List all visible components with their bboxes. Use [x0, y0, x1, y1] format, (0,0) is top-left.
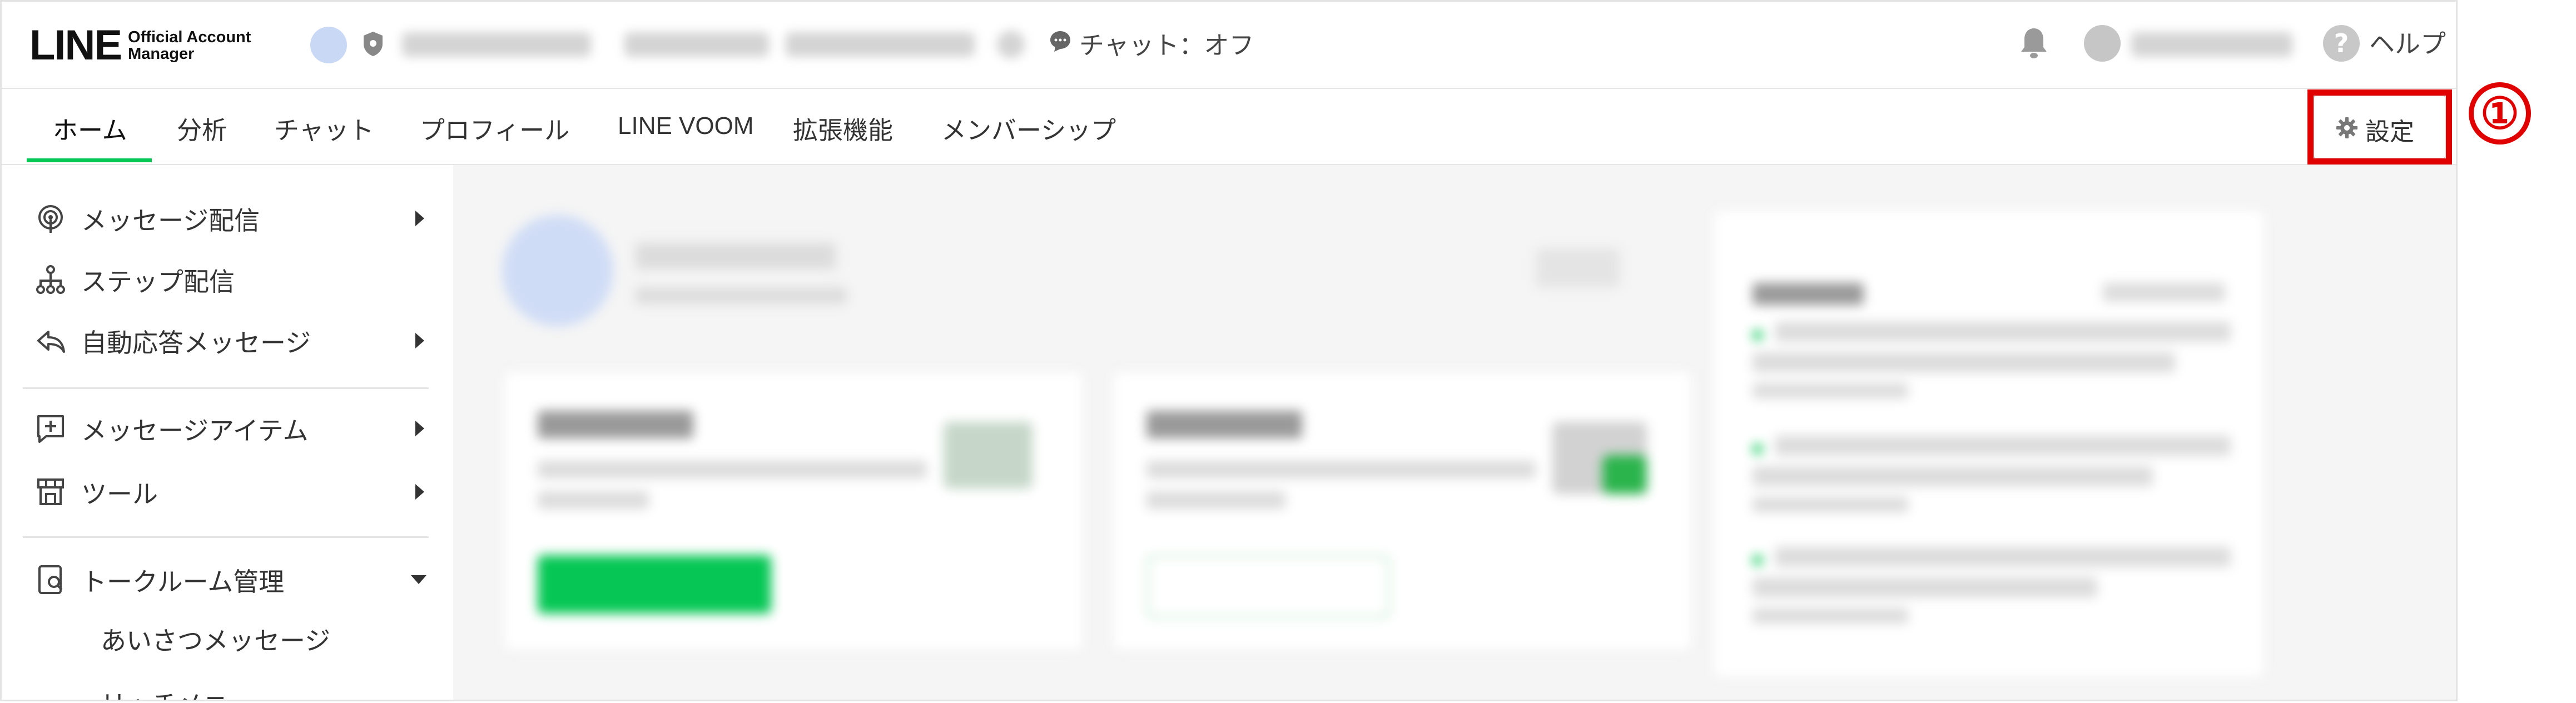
talkroom-icon: [38, 565, 63, 594]
chevron-right-icon: [415, 484, 424, 500]
logo-subtext-line2: Manager: [128, 44, 195, 63]
active-tab-indicator: [27, 158, 152, 162]
logo-text: LINE: [29, 22, 122, 69]
tools-icon: [37, 478, 64, 505]
account-avatar[interactable]: [310, 27, 347, 63]
broadcast-icon: [38, 205, 63, 233]
sidebar-item-talkroom-management[interactable]: トークルーム管理: [35, 554, 426, 604]
sidebar-subitem-rich-menu[interactable]: リッチメニュー: [101, 685, 280, 700]
member-icon-blurred: [997, 31, 1025, 58]
help-link[interactable]: ヘルプ: [2369, 24, 2446, 61]
sidebar-item-tools[interactable]: ツール: [35, 466, 424, 516]
tab-home[interactable]: ホーム: [53, 110, 127, 146]
tab-line-voom[interactable]: LINE VOOM: [618, 112, 754, 140]
tab-extensions[interactable]: 拡張機能: [793, 110, 893, 146]
annotation-highlight-box: [2307, 89, 2452, 164]
tab-analytics[interactable]: 分析: [177, 110, 227, 146]
sidebar-item-message-broadcast[interactable]: メッセージ配信: [35, 193, 424, 243]
sidebar-divider: [23, 387, 429, 389]
sidebar-divider: [23, 536, 429, 538]
sidebar-item-label: トークルーム管理: [81, 567, 285, 597]
sidebar-item-label: ツール: [81, 479, 158, 509]
sidebar-item-auto-reply[interactable]: 自動応答メッセージ: [35, 315, 424, 365]
app-window: LINE Official Account Manager チャット：オフ ? …: [0, 0, 2458, 701]
sidebar: メッセージ配信 ステップ配信 自動応答メッセージ メッセージアイテム ツール ト…: [2, 165, 452, 700]
message-item-icon: [37, 415, 64, 443]
chevron-right-icon: [415, 211, 424, 226]
user-avatar[interactable]: [2084, 25, 2121, 62]
bell-icon[interactable]: [2014, 24, 2053, 63]
tab-profile[interactable]: プロフィール: [420, 110, 569, 146]
sidebar-item-label: メッセージアイテム: [81, 416, 309, 446]
chevron-right-icon: [415, 421, 424, 436]
top-header: LINE Official Account Manager チャット：オフ ? …: [2, 2, 2456, 89]
annotation-step-marker: ①: [2469, 82, 2531, 144]
chat-bubble-icon: [1050, 31, 1070, 52]
main-nav: ホーム 分析 チャット プロフィール LINE VOOM 拡張機能 メンバーシッ…: [2, 89, 2456, 165]
logo-subtext: Official Account Manager: [128, 29, 251, 62]
chevron-right-icon: [415, 333, 424, 348]
logo-subtext-line1: Official Account: [128, 28, 251, 46]
auto-reply-icon: [37, 331, 65, 353]
help-icon[interactable]: ?: [2323, 25, 2360, 62]
chat-status[interactable]: チャット：オフ: [1079, 25, 1254, 61]
main-content-blurred: [453, 165, 2456, 700]
chevron-down-icon: [411, 575, 426, 584]
line-oa-logo[interactable]: LINE Official Account Manager: [29, 21, 251, 69]
account-name-blurred[interactable]: [402, 32, 591, 57]
sidebar-item-label: メッセージ配信: [81, 206, 260, 236]
step-flow-icon: [36, 265, 65, 294]
sidebar-item-message-items[interactable]: メッセージアイテム: [35, 403, 424, 453]
sidebar-item-label: ステップ配信: [81, 267, 235, 297]
user-name-blurred[interactable]: [2131, 32, 2292, 57]
sidebar-subitem-greeting-message[interactable]: あいさつメッセージ: [101, 621, 330, 657]
shield-icon: [364, 32, 383, 56]
account-info-blurred: [786, 32, 975, 57]
tab-membership[interactable]: メンバーシップ: [941, 110, 1116, 146]
sidebar-item-label: 自動応答メッセージ: [81, 328, 311, 358]
account-id-blurred: [624, 32, 769, 57]
sidebar-item-step-delivery[interactable]: ステップ配信: [35, 254, 424, 304]
tab-chat[interactable]: チャット: [274, 110, 374, 146]
